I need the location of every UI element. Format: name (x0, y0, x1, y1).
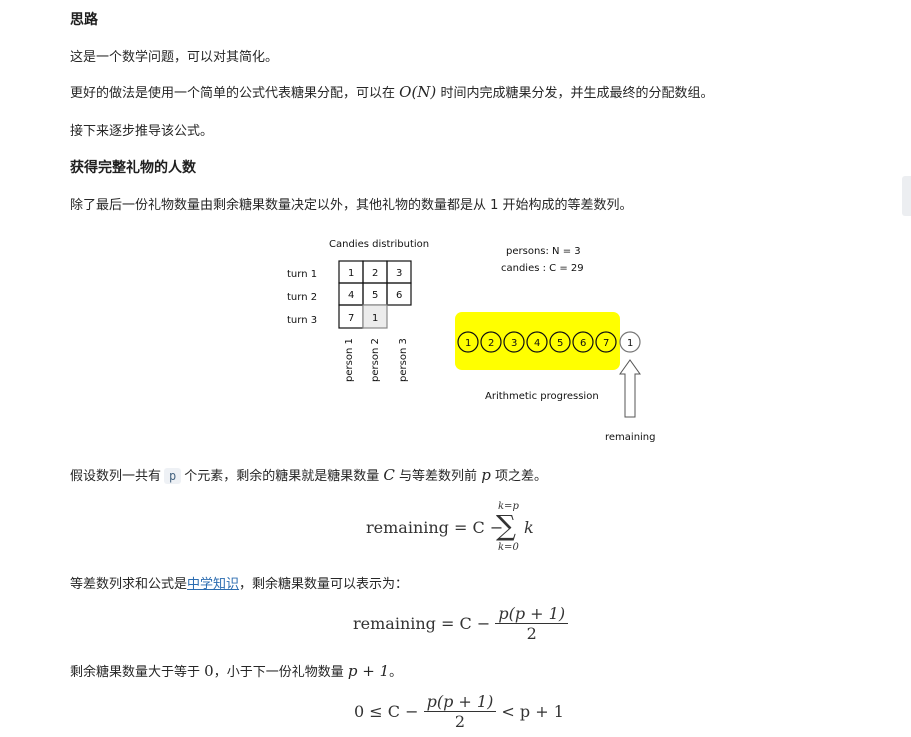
candies-label: candies : C = 29 (501, 263, 584, 274)
person-label: person 2 (370, 338, 381, 382)
fraction-numerator: p(p + 1) (423, 692, 497, 712)
sum-lower-limit: k=0 (498, 542, 519, 553)
fraction-denominator: 2 (526, 624, 537, 643)
grid-cell: 1 (372, 313, 378, 324)
paragraph-sum-formula: 等差数列求和公式是中学知识，剩余糖果数量可以表示为： (70, 573, 408, 592)
grid-cell: 5 (372, 290, 378, 301)
middle-school-link[interactable]: 中学知识 (187, 577, 239, 592)
paragraph-assume-text-b: 个元素，剩余的糖果就是糖果数量 (184, 469, 380, 484)
remaining-label: remaining (605, 432, 656, 443)
fraction-denominator: 2 (454, 712, 466, 731)
equation-inequality: 0 ≤ C − p(p + 1) 2 < p + 1 (354, 692, 564, 731)
paragraph-bounds-text-a: 剩余糖果数量大于等于 (70, 665, 201, 680)
paragraph-assume-text-a: 假设数列一共有 (70, 469, 162, 484)
paragraph-arithmetic: 除了最后一份礼物数量由剩余糖果数量决定以外，其他礼物的数量都是从 1 开始构成的… (70, 198, 633, 213)
turn-label: turn 2 (287, 292, 317, 303)
progression-number: 5 (557, 338, 563, 349)
paragraph-bounds-text-b: ，小于下一份礼物数量 (213, 665, 344, 680)
inline-code-p: p (164, 468, 182, 484)
equation-lhs: remaining = C − (353, 614, 491, 633)
turn-label: turn 1 (287, 269, 317, 280)
equation-remaining: remaining = C − p(p + 1) 2 (353, 604, 569, 643)
progression-label: Arithmetic progression (485, 391, 599, 402)
paragraph-assume: 假设数列一共有 p 个元素，剩余的糖果就是糖果数量 C 与等差数列前 p 项之差。 (70, 465, 547, 484)
equation-lhs: 0 ≤ C − (354, 702, 419, 721)
progression-number: 1 (465, 338, 471, 349)
paragraph-sum-text-a: 等差数列求和公式是 (70, 577, 188, 592)
paragraph-formula: 更好的做法是使用一个简单的公式代表糖果分配，可以在 O(N) 时间内完成糖果分发… (70, 82, 713, 101)
grid-cell: 3 (396, 268, 402, 279)
person-label: person 3 (398, 338, 409, 382)
grid-cell: 2 (372, 268, 378, 279)
math-p: p (481, 466, 491, 484)
turn-label: turn 3 (287, 315, 317, 326)
sum-term: k (524, 518, 534, 537)
up-arrow-icon (619, 359, 641, 418)
remaining-number: 1 (627, 338, 633, 349)
person-label: person 1 (344, 338, 355, 382)
complexity-math: O(N) (399, 83, 437, 101)
grid-cell: 4 (348, 290, 354, 301)
progression-number: 2 (488, 338, 494, 349)
figure-title: Candies distribution (329, 239, 429, 250)
heading-approach: 思路 (70, 12, 98, 28)
equation-rhs: < p + 1 (501, 702, 564, 721)
paragraph-assume-text-f: 项之差。 (494, 469, 547, 484)
math-p-plus-1: p + 1 (347, 662, 390, 680)
persons-label: persons: N = 3 (506, 246, 581, 257)
candies-distribution-figure: Candies distribution persons: N = 3 cand… (287, 239, 656, 443)
fraction-numerator: p(p + 1) (495, 604, 569, 624)
paragraph-sum-text-b: ，剩余糖果数量可以表示为： (239, 577, 409, 592)
paragraph-formula-text-b: 时间内完成糖果分发，并生成最终的分配数组。 (440, 86, 714, 101)
paragraph-simplify: 这是一个数学问题，可以对其简化。 (70, 50, 279, 65)
sum-symbol: ∑ (496, 509, 516, 542)
grid-cell: 6 (396, 290, 402, 301)
progression-number: 4 (534, 338, 540, 349)
math-c: C (383, 466, 395, 484)
grid-cell: 1 (348, 268, 354, 279)
equation-lhs: remaining = C − (366, 518, 504, 537)
math-zero: 0 (204, 662, 214, 680)
equation-sum: remaining = C − k=p ∑ k=0 k (366, 500, 566, 560)
paragraph-assume-text-d: 与等差数列前 (399, 469, 478, 484)
paragraph-bounds-text-c: 。 (389, 665, 403, 680)
heading-full-gift-persons: 获得完整礼物的人数 (70, 160, 196, 176)
scrollbar-thumb[interactable] (902, 176, 911, 216)
progression-number: 6 (580, 338, 586, 349)
paragraph-derive: 接下来逐步推导该公式。 (70, 124, 214, 139)
paragraph-formula-text-a: 更好的做法是使用一个简单的公式代表糖果分配，可以在 (70, 86, 396, 101)
paragraph-bounds: 剩余糖果数量大于等于 0，小于下一份礼物数量 p + 1。 (70, 661, 402, 680)
grid-cell: 7 (348, 313, 354, 324)
fraction: p(p + 1) 2 (423, 692, 497, 731)
progression-number: 7 (603, 338, 609, 349)
progression-number: 3 (511, 338, 517, 349)
fraction: p(p + 1) 2 (495, 604, 569, 643)
